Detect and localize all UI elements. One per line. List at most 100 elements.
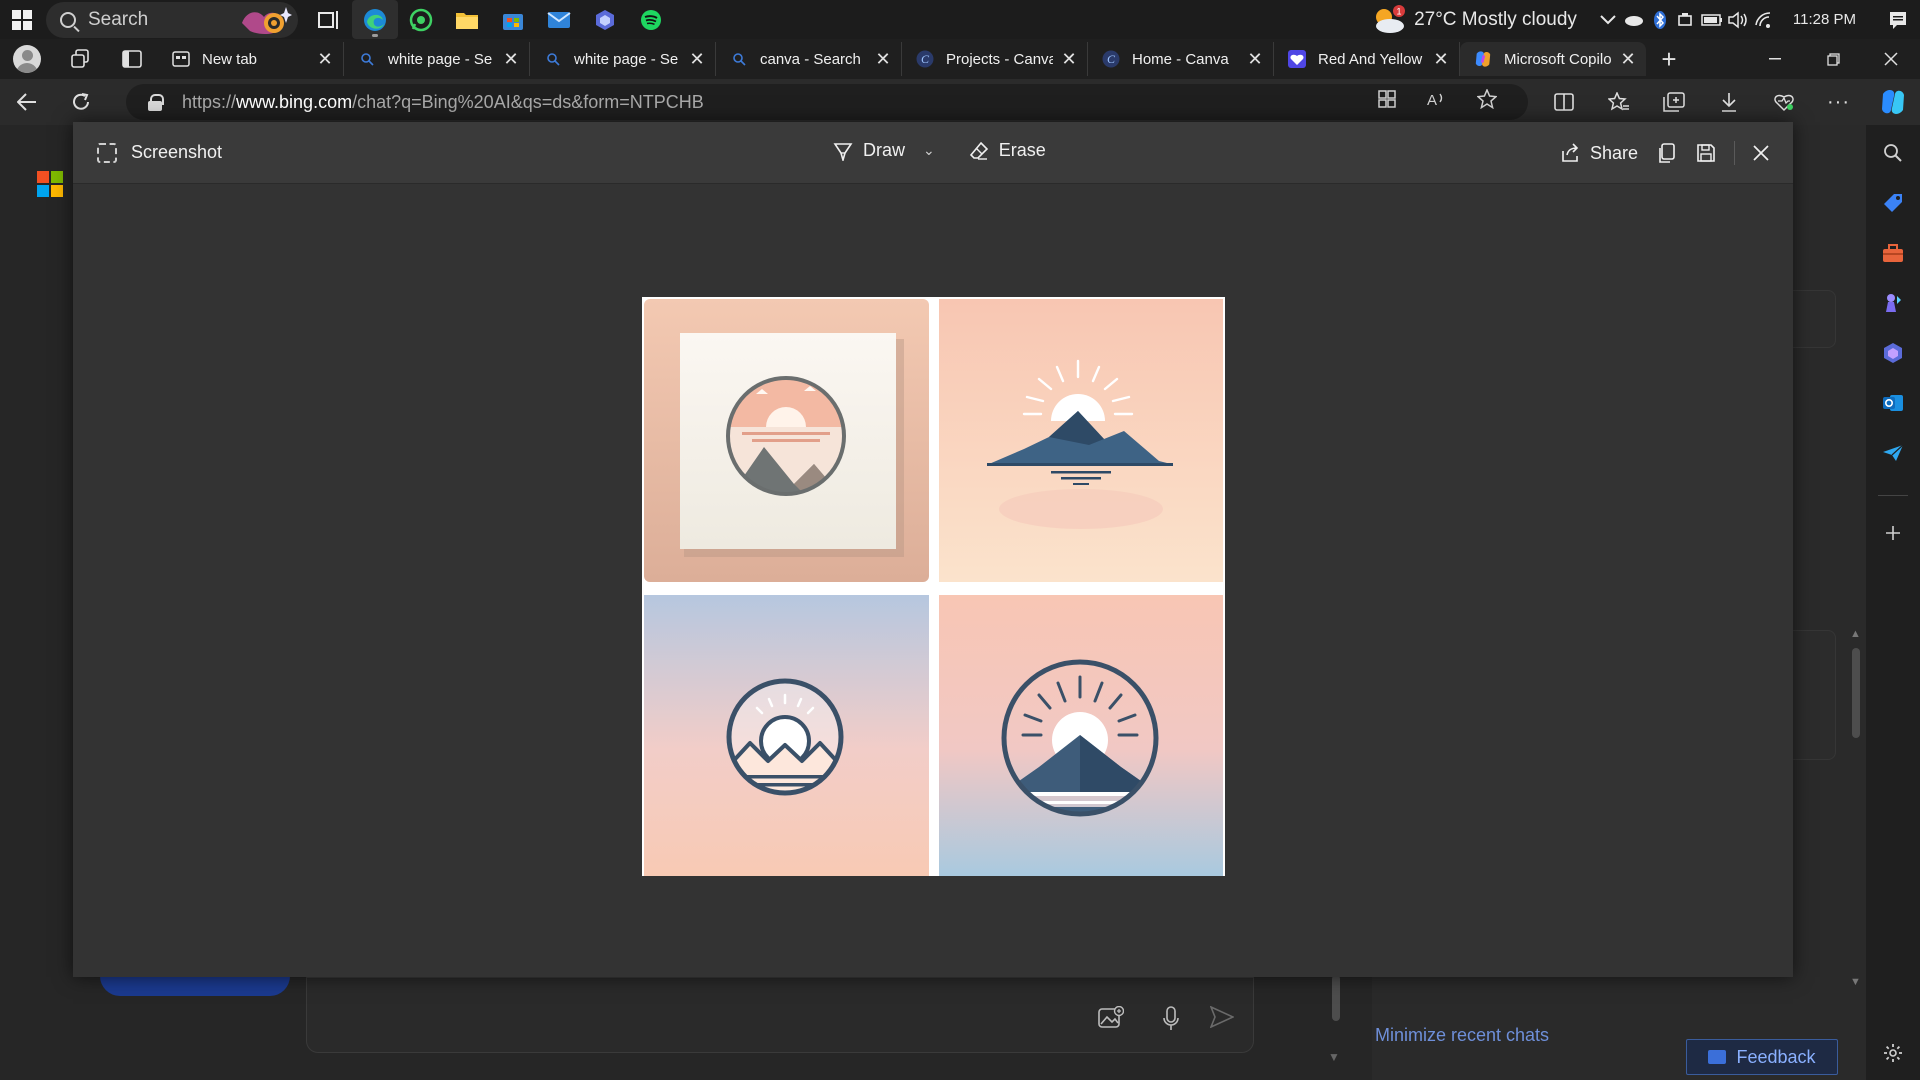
tab-0[interactable]: New tab ✕	[158, 42, 344, 76]
close-tab-icon[interactable]: ✕	[1433, 49, 1449, 70]
vertical-tabs-button[interactable]	[106, 39, 158, 79]
sidebar-settings[interactable]	[1866, 1033, 1920, 1073]
profile-button[interactable]	[0, 39, 54, 79]
screenshot-dialog: Screenshot Draw ⌄ Erase Share	[73, 122, 1793, 977]
generated-image-1[interactable]	[644, 299, 929, 582]
taskbar-whatsapp[interactable]	[398, 0, 444, 39]
tab-7-active[interactable]: Microsoft Copilo ✕	[1460, 42, 1646, 76]
wifi-tray[interactable]	[1751, 0, 1777, 39]
onedrive-tray[interactable]	[1621, 0, 1647, 39]
show-hidden-icons-button[interactable]	[1595, 0, 1621, 39]
restore-button[interactable]	[1804, 39, 1862, 79]
scroll-down-arrow-icon[interactable]: ▼	[1850, 976, 1861, 988]
downloads-button[interactable]	[1701, 79, 1756, 125]
settings-more-button[interactable]: ···	[1811, 79, 1866, 125]
taskbar-copilot[interactable]	[582, 0, 628, 39]
generated-image-3[interactable]	[644, 595, 929, 876]
browser-essentials-button[interactable]	[1756, 79, 1811, 125]
sidebar-search[interactable]	[1866, 133, 1920, 173]
tab-3[interactable]: canva - Search ✕	[716, 42, 902, 76]
chat-scrollbar[interactable]	[1332, 975, 1340, 1021]
taskbar-search-box[interactable]: Search	[46, 1, 298, 38]
lock-icon[interactable]	[148, 94, 164, 111]
new-tab-button[interactable]: +	[1646, 39, 1692, 79]
tab-label: Red And Yellow	[1318, 50, 1423, 68]
wifi-icon	[1755, 11, 1770, 28]
tag-icon	[1884, 194, 1902, 212]
image-insert-icon[interactable]	[1098, 1005, 1125, 1036]
taskbar-store[interactable]	[490, 0, 536, 39]
tab-1[interactable]: white page - Se ✕	[344, 42, 530, 76]
usb-tray[interactable]	[1673, 0, 1699, 39]
usb-device-icon	[1678, 12, 1692, 26]
share-icon	[1562, 143, 1579, 162]
tab-4[interactable]: C Projects - Canva ✕	[902, 42, 1088, 76]
running-indicator	[372, 34, 378, 37]
microphone-icon[interactable]	[1162, 1006, 1180, 1038]
generated-image-4[interactable]	[939, 595, 1223, 876]
share-button[interactable]: Share	[1550, 134, 1648, 172]
battery-tray[interactable]	[1699, 0, 1725, 39]
refresh-button[interactable]	[54, 79, 108, 125]
close-window-button[interactable]	[1862, 39, 1920, 79]
sidebar-games[interactable]	[1866, 283, 1920, 323]
screenshot-toolbar: Screenshot Draw ⌄ Erase Share	[73, 122, 1793, 184]
close-tab-icon[interactable]: ✕	[1620, 49, 1636, 70]
split-screen-button[interactable]	[1536, 79, 1591, 125]
scroll-up-arrow-icon[interactable]: ▲	[1850, 628, 1861, 640]
generated-image-2[interactable]	[939, 299, 1223, 582]
draw-options-chevron-down-icon[interactable]: ⌄	[923, 142, 935, 159]
sidebar-shopping[interactable]	[1866, 183, 1920, 223]
back-button[interactable]	[0, 79, 54, 125]
clock[interactable]: 11:28 PM	[1793, 11, 1856, 28]
send-icon[interactable]	[1209, 1005, 1235, 1034]
taskbar-file-explorer[interactable]	[444, 0, 490, 39]
scroll-down-arrow-icon[interactable]: ▼	[1328, 1050, 1340, 1064]
close-tab-icon[interactable]: ✕	[503, 49, 519, 70]
generated-image-grid	[642, 297, 1225, 876]
workspaces-icon	[71, 49, 89, 68]
close-screenshot-button[interactable]	[1743, 134, 1779, 172]
close-tab-icon[interactable]: ✕	[875, 49, 891, 70]
taskbar-spotify[interactable]	[628, 0, 674, 39]
close-tab-icon[interactable]: ✕	[1061, 49, 1077, 70]
workspaces-button[interactable]	[54, 39, 106, 79]
weather-badge: 1	[1397, 6, 1402, 16]
minimize-recent-chats-link[interactable]: Minimize recent chats	[1375, 1025, 1549, 1046]
tab-5[interactable]: C Home - Canva ✕	[1088, 42, 1274, 76]
feedback-button[interactable]: Feedback	[1686, 1039, 1838, 1075]
close-tab-icon[interactable]: ✕	[317, 49, 333, 70]
sidebar-add-button[interactable]	[1866, 513, 1920, 553]
task-view-button[interactable]	[306, 0, 352, 39]
taskbar-mail[interactable]	[536, 0, 582, 39]
sidebar-tools[interactable]	[1866, 233, 1920, 273]
panel-scrollbar-thumb[interactable]	[1852, 648, 1860, 738]
save-button[interactable]	[1686, 134, 1726, 172]
sidebar-outlook[interactable]	[1866, 383, 1920, 423]
close-tab-icon[interactable]: ✕	[1247, 49, 1263, 70]
draw-button[interactable]: Draw	[833, 140, 905, 161]
tab-2[interactable]: white page - Se ✕	[530, 42, 716, 76]
url-text[interactable]: https://www.bing.com/chat?q=Bing%20AI&qs…	[182, 92, 704, 113]
close-tab-icon[interactable]: ✕	[689, 49, 705, 70]
copy-button[interactable]	[1648, 134, 1686, 172]
start-button[interactable]	[0, 0, 44, 39]
url-path: /chat?q=Bing%20AI&qs=ds&form=NTPCHB	[352, 91, 704, 112]
volume-tray[interactable]	[1725, 0, 1751, 39]
erase-button[interactable]: Erase	[969, 140, 1046, 161]
address-bar[interactable]: https://www.bing.com/chat?q=Bing%20AI&qs…	[126, 84, 1528, 120]
copilot-sidebar-button[interactable]	[1866, 79, 1920, 125]
taskbar-edge[interactable]	[352, 0, 398, 39]
weather-widget[interactable]: 1 27°C Mostly cloudy	[1372, 4, 1577, 35]
read-aloud-icon[interactable]: A	[1412, 90, 1462, 114]
bluetooth-tray[interactable]	[1647, 0, 1673, 39]
minimize-button[interactable]	[1746, 39, 1804, 79]
sidebar-drop[interactable]	[1866, 433, 1920, 473]
app-available-icon[interactable]	[1362, 90, 1412, 114]
notifications-button[interactable]	[1876, 0, 1920, 39]
favorite-star-icon[interactable]	[1462, 88, 1512, 115]
tab-6[interactable]: Red And Yellow ✕	[1274, 42, 1460, 76]
sidebar-copilot-app[interactable]	[1866, 333, 1920, 373]
collections-button[interactable]	[1646, 79, 1701, 125]
favorites-button[interactable]	[1591, 79, 1646, 125]
